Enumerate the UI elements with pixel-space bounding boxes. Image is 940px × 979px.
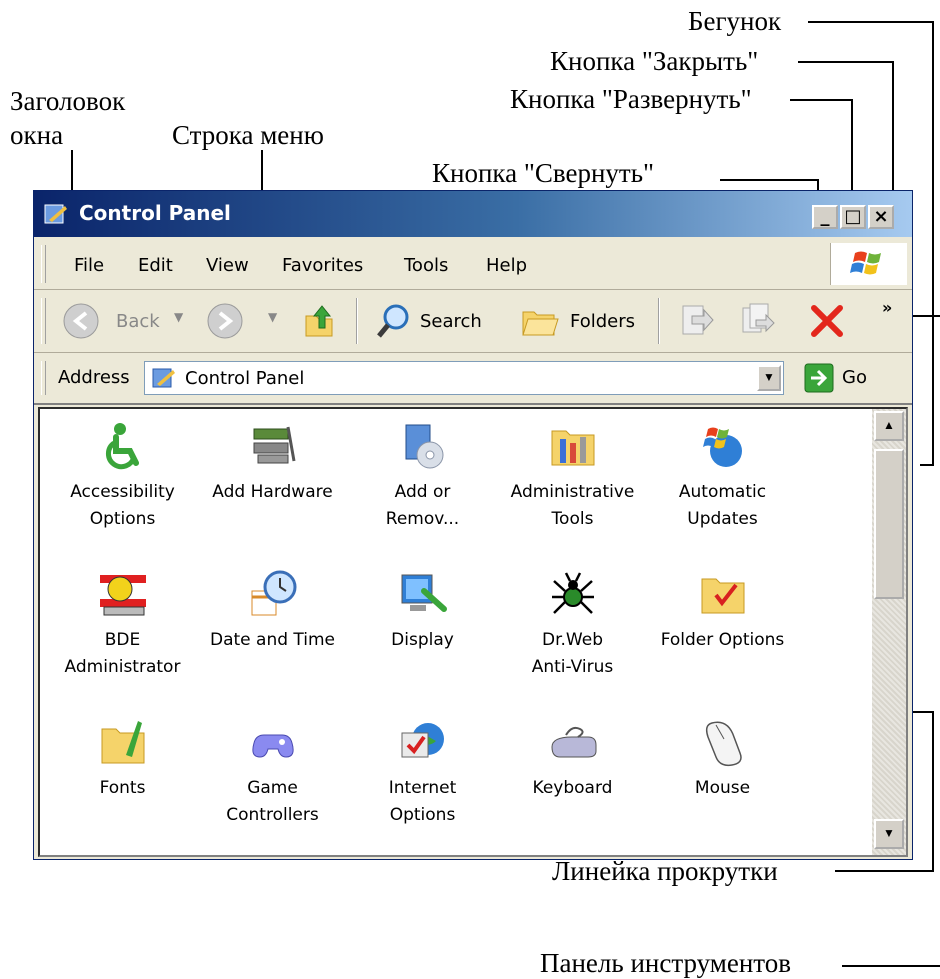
internet-options-icon <box>401 723 444 758</box>
control-panel-small-icon <box>152 368 175 388</box>
close-button[interactable]: × <box>868 205 894 229</box>
windows-flag-icon <box>850 251 881 275</box>
scroll-down-button[interactable]: ▼ <box>874 819 904 849</box>
copy-to-icon[interactable] <box>740 302 776 340</box>
drweb-icon <box>551 572 594 614</box>
menu-favorites[interactable]: Favorites <box>282 255 363 276</box>
add-remove-icon <box>405 424 443 469</box>
items-view: Accessibility Options Add Hardware Add o… <box>38 407 908 857</box>
forward-dropdown-icon[interactable]: ▼ <box>268 310 277 324</box>
delete-icon[interactable] <box>808 302 846 340</box>
forward-arrow-icon[interactable] <box>206 302 244 340</box>
item-game-controllers[interactable]: Game Controllers <box>200 717 345 829</box>
annotation-close-button: Кнопка "Закрыть" <box>550 46 759 76</box>
item-add-hardware[interactable]: Add Hardware <box>200 421 345 506</box>
window-title: Control Panel <box>79 201 231 225</box>
go-label[interactable]: Go <box>842 367 867 388</box>
menu-help[interactable]: Help <box>486 255 527 276</box>
back-dropdown-icon[interactable]: ▼ <box>174 310 183 324</box>
item-keyboard[interactable]: Keyboard <box>500 717 645 802</box>
item-accessibility-options[interactable]: Accessibility Options <box>50 421 195 533</box>
up-folder-icon[interactable] <box>302 302 336 340</box>
scroll-thumb[interactable] <box>874 449 904 599</box>
toolbar: Back ▼ ▼ Search Folders » <box>34 290 912 353</box>
more-chevron-icon[interactable]: » <box>882 298 892 317</box>
annotation-title-line2: окна <box>10 120 64 150</box>
item-folder-options[interactable]: Folder Options <box>650 569 795 654</box>
mouse-icon <box>705 721 742 767</box>
item-fonts[interactable]: Fonts <box>50 717 195 802</box>
item-add-or-remove[interactable]: Add or Remov... <box>350 421 495 533</box>
display-icon <box>401 574 447 612</box>
item-display[interactable]: Display <box>350 569 495 654</box>
menu-grip[interactable] <box>41 245 46 283</box>
search-label[interactable]: Search <box>420 311 482 332</box>
fonts-icon <box>101 721 144 764</box>
annotation-maximize-button: Кнопка "Развернуть" <box>510 84 752 114</box>
maximize-button[interactable]: □ <box>840 205 866 229</box>
title-bar[interactable]: Control Panel _ □ × <box>34 191 912 237</box>
minimize-button[interactable]: _ <box>812 205 838 229</box>
menu-bar: File Edit View Favorites Tools Help <box>34 239 912 290</box>
item-administrative-tools[interactable]: Administrative Tools <box>500 421 645 533</box>
back-label[interactable]: Back <box>116 311 160 332</box>
control-panel-icon <box>44 204 67 224</box>
address-input[interactable]: Control Panel ▼ <box>144 361 784 395</box>
bde-admin-icon <box>99 575 146 616</box>
annotation-toolbar: Панель инструментов <box>540 948 791 978</box>
add-hardware-icon <box>253 426 295 464</box>
folders-label[interactable]: Folders <box>570 311 635 332</box>
item-drweb-antivirus[interactable]: Dr.Web Anti-Virus <box>500 569 645 681</box>
address-dropdown-icon[interactable]: ▼ <box>757 365 781 391</box>
toolbar-grip[interactable] <box>41 298 46 344</box>
address-value: Control Panel <box>185 368 305 389</box>
automatic-updates-icon <box>702 427 742 467</box>
game-controllers-icon <box>251 734 294 758</box>
menu-tools[interactable]: Tools <box>404 255 448 276</box>
item-mouse[interactable]: Mouse <box>650 717 795 802</box>
address-bar: Address Control Panel ▼ Go <box>34 353 912 405</box>
menu-edit[interactable]: Edit <box>138 255 173 276</box>
item-date-and-time[interactable]: Date and Time <box>200 569 345 654</box>
toolbar-separator-2 <box>658 298 660 344</box>
menu-file[interactable]: File <box>74 255 104 276</box>
back-arrow-icon[interactable] <box>62 302 100 340</box>
move-to-icon[interactable] <box>678 302 714 340</box>
search-icon[interactable] <box>374 302 412 340</box>
address-grip[interactable] <box>41 361 46 395</box>
annotation-menu-bar: Строка меню <box>172 120 324 150</box>
windows-logo <box>830 243 907 285</box>
scroll-up-button[interactable]: ▲ <box>874 411 904 441</box>
item-bde-administrator[interactable]: BDE Administrator <box>50 569 195 681</box>
annotation-slider: Бегунок <box>688 6 782 36</box>
date-time-icon <box>251 570 296 616</box>
folders-icon[interactable] <box>520 302 560 340</box>
folder-options-icon <box>701 578 744 614</box>
address-label: Address <box>58 367 130 388</box>
admin-tools-icon <box>551 430 594 466</box>
vertical-scrollbar[interactable]: ▲ ▼ <box>872 409 906 855</box>
accessibility-icon <box>105 423 139 470</box>
toolbar-separator <box>356 298 358 344</box>
annotation-minimize-button: Кнопка "Свернуть" <box>432 158 655 188</box>
keyboard-icon <box>550 726 596 758</box>
menu-view[interactable]: View <box>206 255 249 276</box>
item-internet-options[interactable]: Internet Options <box>350 717 495 829</box>
go-arrow-icon[interactable] <box>804 363 834 393</box>
item-automatic-updates[interactable]: Automatic Updates <box>650 421 795 533</box>
annotation-scroll-bar: Линейка прокрутки <box>552 856 778 886</box>
control-panel-window: Control Panel _ □ × File Edit View Favor… <box>33 190 913 860</box>
annotation-title-line1: Заголовок <box>10 86 126 116</box>
